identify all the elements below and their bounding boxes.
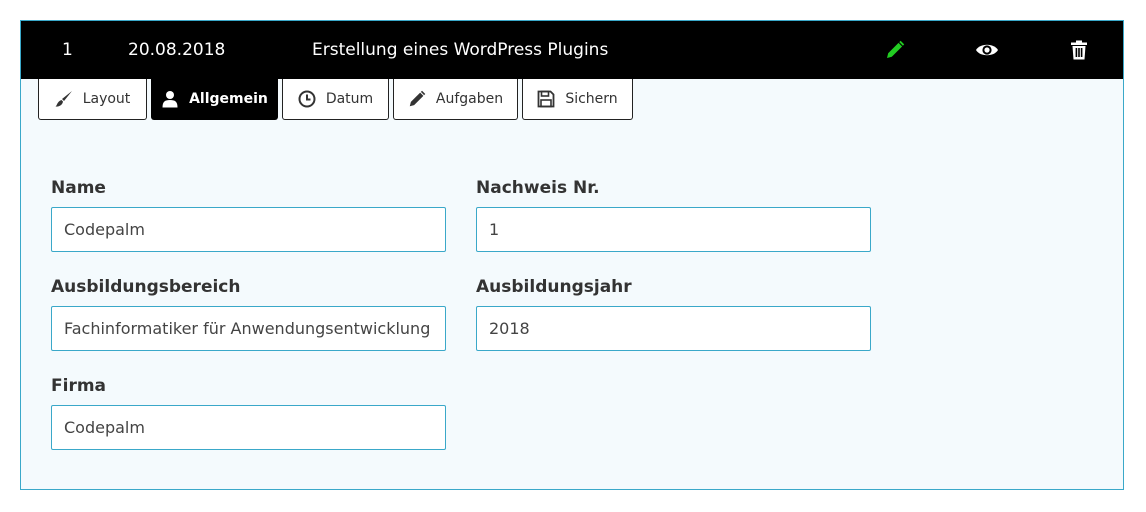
- pencil-icon: [887, 40, 905, 58]
- ausbildungsjahr-input[interactable]: [476, 306, 871, 351]
- ausbildungsjahr-label: Ausbildungsjahr: [476, 277, 632, 297]
- firma-label: Firma: [51, 376, 107, 396]
- name-input[interactable]: [51, 207, 446, 252]
- tab-label: Layout: [82, 91, 131, 107]
- firma-input[interactable]: [51, 405, 446, 450]
- tab-allgemein[interactable]: Allgemein: [151, 79, 278, 120]
- view-button[interactable]: [975, 38, 999, 62]
- delete-button[interactable]: [1067, 38, 1091, 62]
- clock-icon: [298, 90, 316, 108]
- tab-label: Aufgaben: [435, 91, 504, 107]
- user-icon: [161, 90, 179, 108]
- tab-label: Sichern: [565, 91, 618, 107]
- pencil-icon: [408, 90, 426, 108]
- report-panel: 1 20.08.2018 Erstellung eines WordPress …: [20, 20, 1124, 490]
- tab-sichern[interactable]: Sichern: [522, 79, 633, 120]
- edit-button[interactable]: [883, 38, 907, 62]
- tab-aufgaben[interactable]: Aufgaben: [393, 79, 518, 120]
- report-date: 20.08.2018: [128, 40, 226, 60]
- eye-icon: [976, 44, 998, 56]
- brush-icon: [55, 90, 73, 108]
- tab-label: Allgemein: [189, 91, 268, 107]
- report-title: Erstellung eines WordPress Plugins: [312, 40, 609, 60]
- nachweis-input[interactable]: [476, 207, 871, 252]
- tab-label: Datum: [325, 91, 374, 107]
- name-label: Name: [51, 178, 106, 198]
- ausbildungsbereich-input[interactable]: [51, 306, 446, 351]
- ausbildungsbereich-label: Ausbildungsbereich: [51, 277, 241, 297]
- nachweis-label: Nachweis Nr.: [476, 178, 600, 198]
- trash-icon: [1071, 40, 1087, 60]
- report-number: 1: [62, 40, 73, 60]
- floppy-disk-icon: [537, 90, 555, 108]
- tab-layout[interactable]: Layout: [38, 79, 147, 120]
- report-header: 1 20.08.2018 Erstellung eines WordPress …: [21, 21, 1123, 79]
- tab-datum[interactable]: Datum: [282, 79, 389, 120]
